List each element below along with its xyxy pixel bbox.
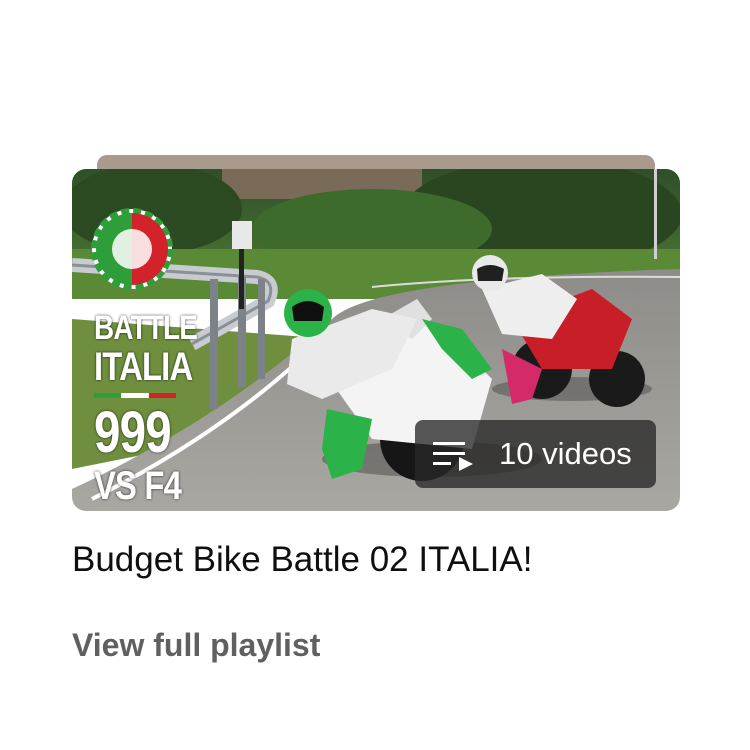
thumbnail-line-battle: BATTLE: [94, 309, 198, 347]
thumbnail-line-vs-f4: VS F4: [94, 464, 182, 508]
video-count: 10 videos: [499, 436, 632, 471]
thumbnail-line-999: 999: [94, 400, 172, 465]
gear-logo: [91, 208, 173, 290]
playlist-thumbnail[interactable]: BATTLE ITALIA 999 VS F4 10 videos: [72, 169, 680, 511]
playlist-play-icon: [433, 436, 481, 472]
thumbnail-line-italia: ITALIA: [94, 345, 193, 389]
view-full-playlist-link[interactable]: View full playlist: [72, 627, 320, 664]
thumbnail-text: BATTLE ITALIA 999 VS F4: [94, 309, 198, 508]
playlist-title[interactable]: Budget Bike Battle 02 ITALIA!: [72, 540, 532, 580]
italian-flag-stripe: [94, 393, 176, 398]
video-count-badge: 10 videos: [415, 420, 656, 488]
